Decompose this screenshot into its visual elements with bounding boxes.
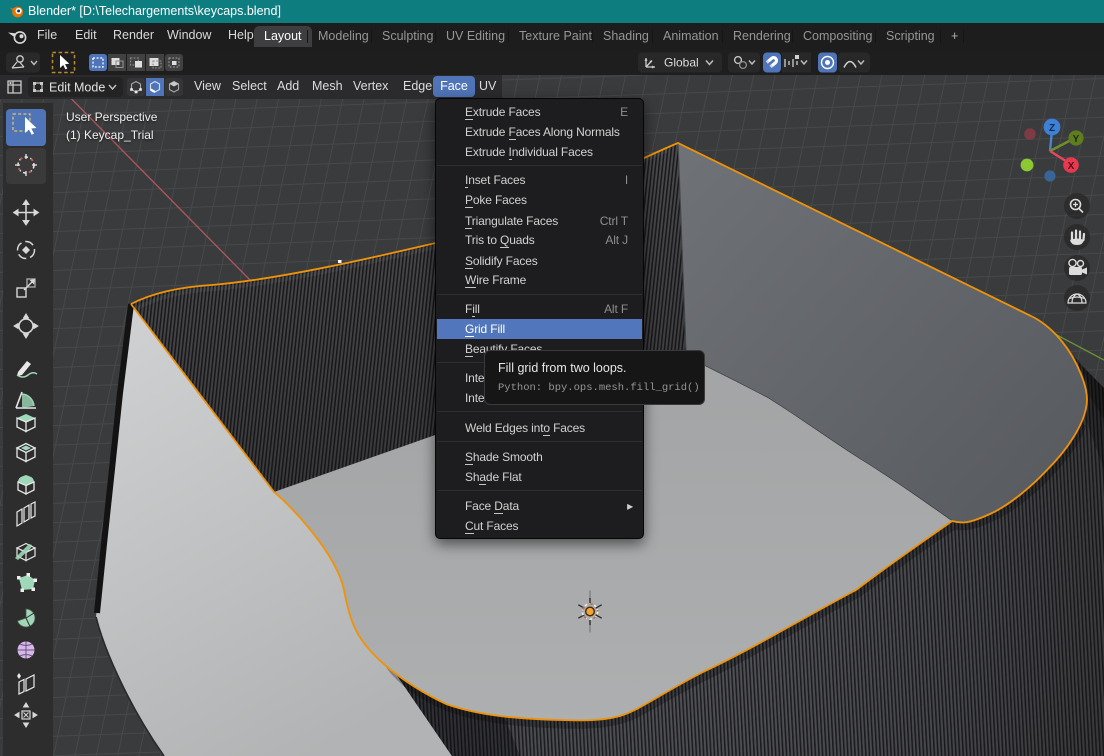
svg-text:Edit Mode: Edit Mode [49,81,105,95]
svg-text:Global: Global [664,56,699,70]
svg-text:X: X [1068,161,1075,172]
svg-text:Y: Y [1073,134,1080,145]
svg-text:Z: Z [1049,123,1055,134]
